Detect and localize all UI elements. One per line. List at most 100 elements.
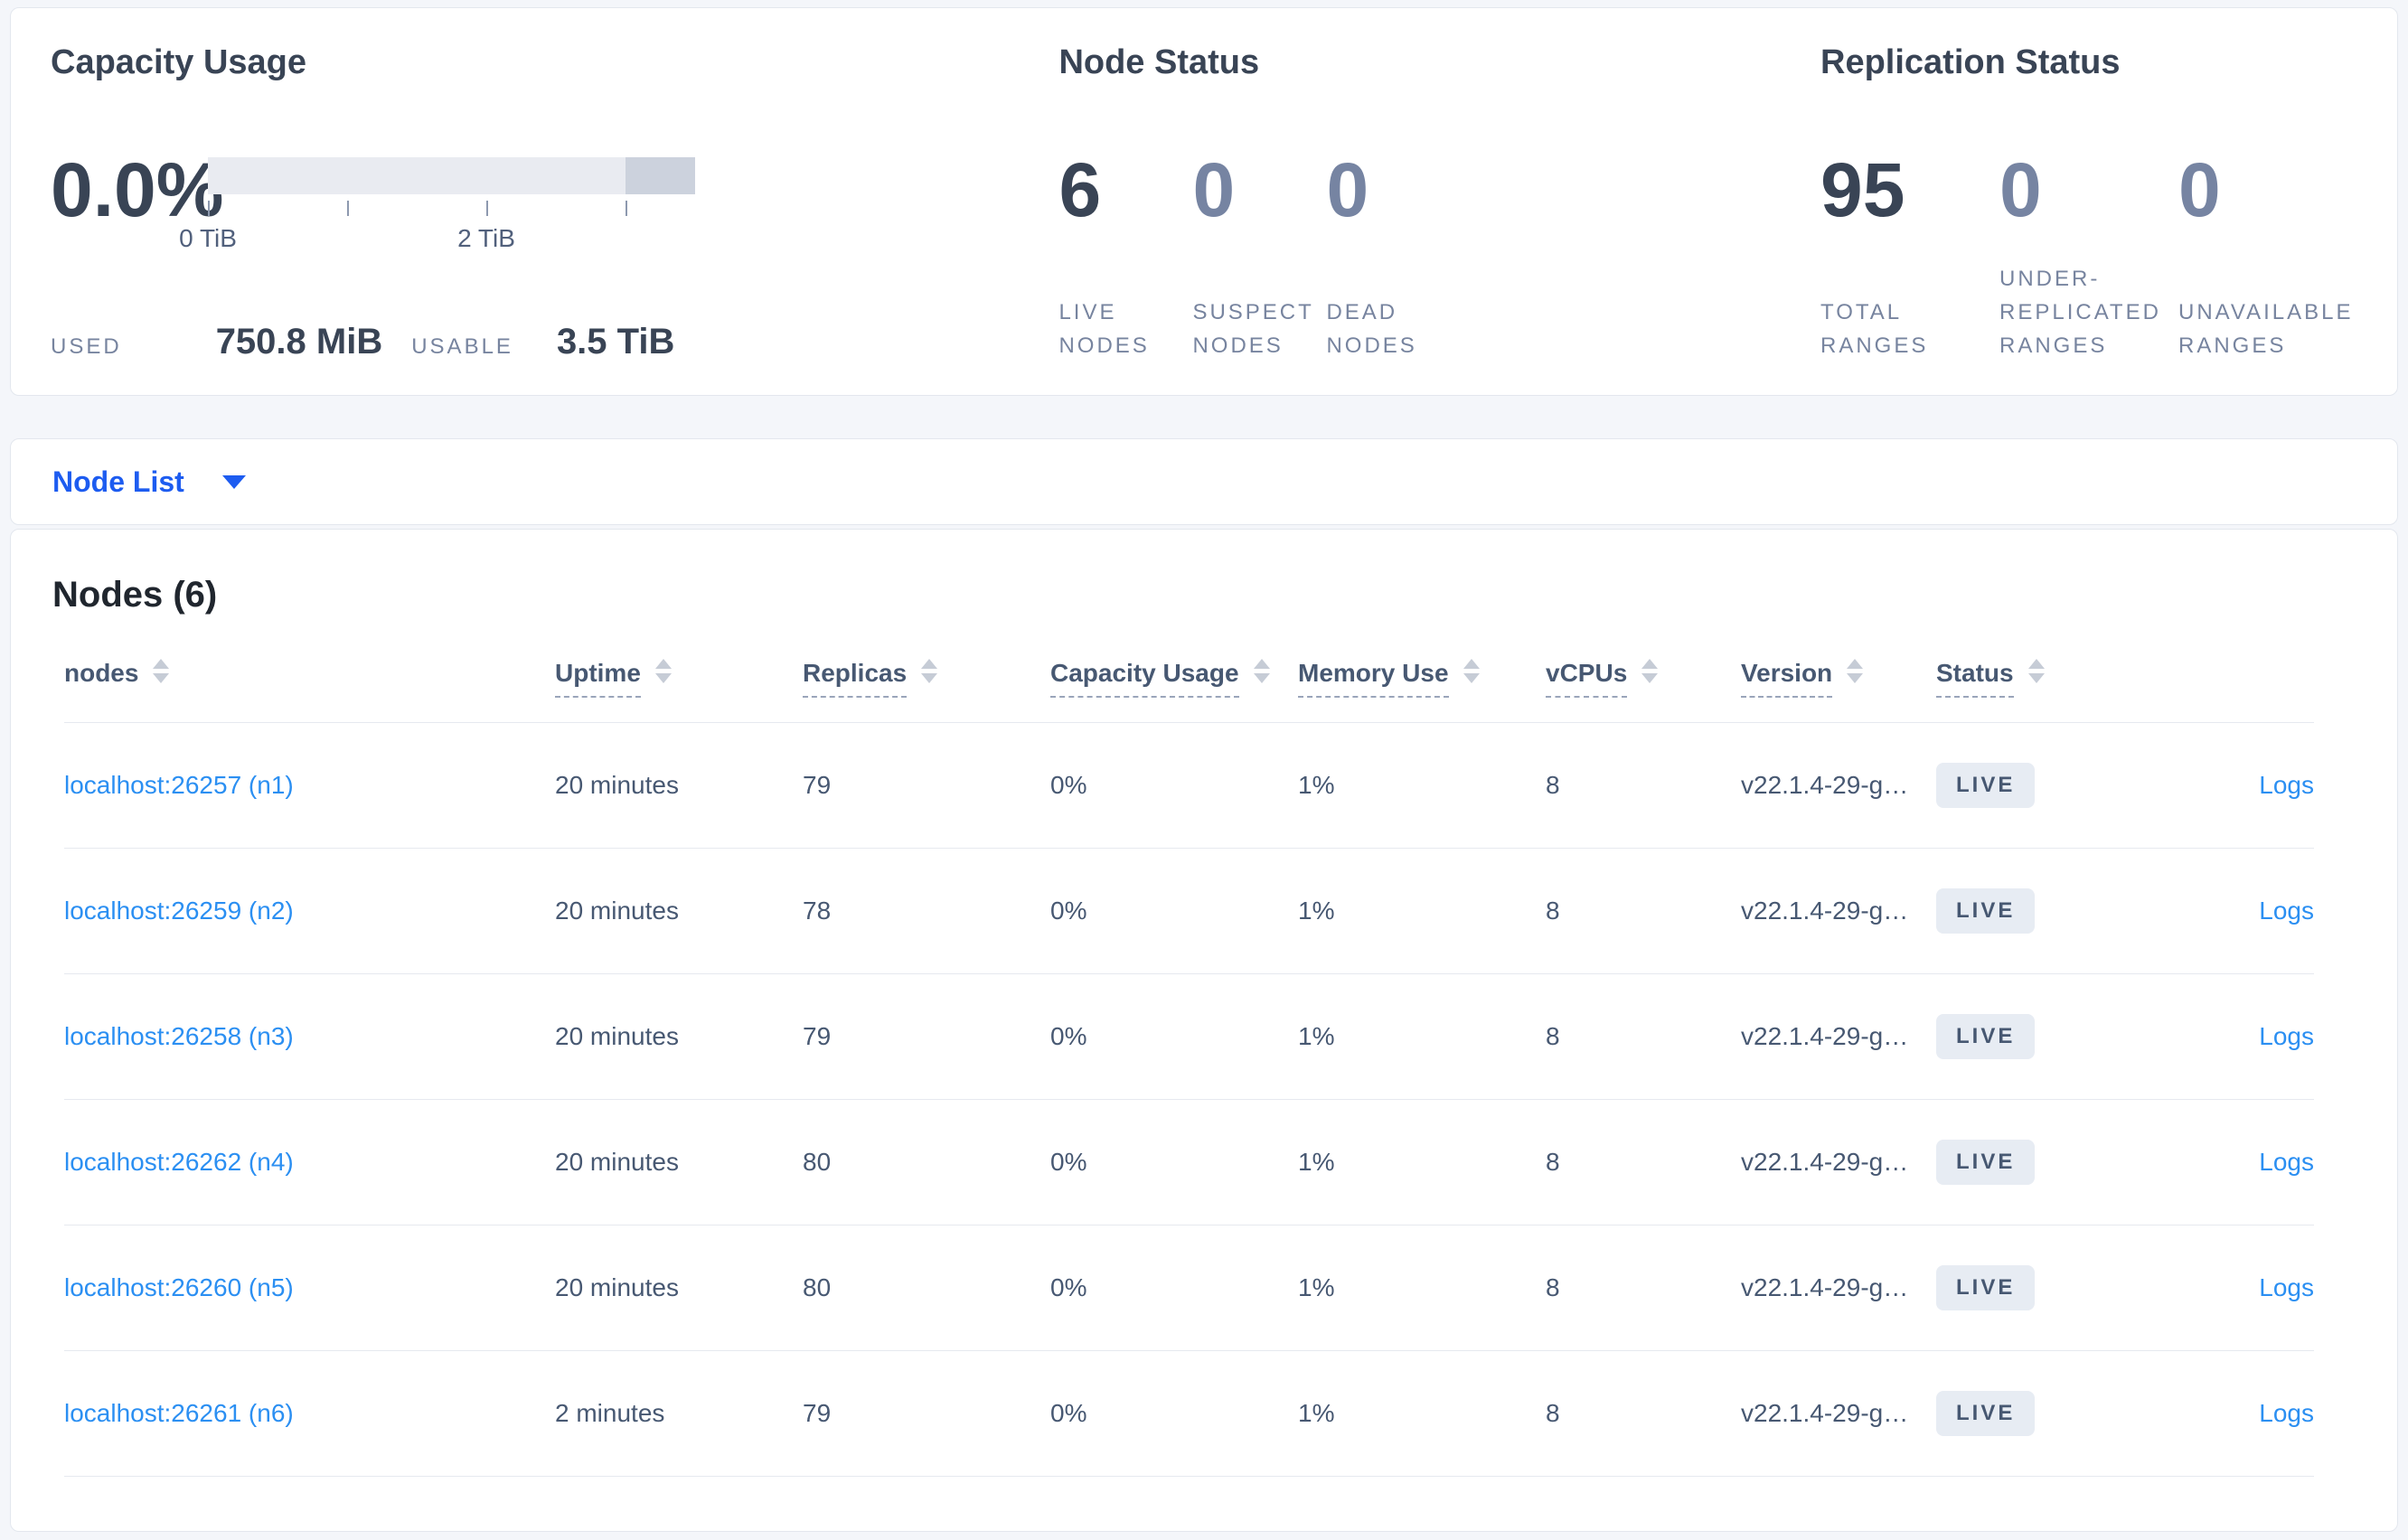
column-header-capacity-usage[interactable]: Capacity Usage xyxy=(1050,659,1298,698)
node-link[interactable]: localhost:26262 (n4) xyxy=(64,1148,294,1176)
version-cell: v22.1.4-29-g… xyxy=(1741,771,1909,799)
under-replicated-ranges-label: UNDER-REPLICATED RANGES xyxy=(1999,267,2161,358)
logs-link[interactable]: Logs xyxy=(2259,1022,2314,1050)
memory-cell: 1% xyxy=(1298,1148,1335,1176)
uptime-cell: 20 minutes xyxy=(555,1148,679,1176)
table-row: localhost:26261 (n6) 2 minutes 79 0% 1% … xyxy=(64,1351,2314,1477)
sort-icon[interactable] xyxy=(1641,659,1659,684)
cluster-summary-panel: Capacity Usage 0.0% 0 TiB 2 TiB USED 750… xyxy=(10,7,2398,396)
sort-icon[interactable] xyxy=(1847,659,1864,684)
axis-label-0tib: 0 TiB xyxy=(179,224,237,252)
replication-status-section: Replication Status 95 TOTAL RANGES 0 UND… xyxy=(1820,41,2357,362)
dead-nodes-value: 0 xyxy=(1326,147,1369,232)
capacity-bar-axis xyxy=(208,201,695,217)
sort-icon[interactable] xyxy=(153,659,170,684)
node-link[interactable]: localhost:26258 (n3) xyxy=(64,1022,294,1050)
axis-tick xyxy=(485,201,488,216)
status-badge: LIVE xyxy=(1936,763,2036,808)
node-link[interactable]: localhost:26259 (n2) xyxy=(64,897,294,925)
node-list-dropdown[interactable]: Node List xyxy=(52,465,184,499)
node-status-title: Node Status xyxy=(1058,43,1260,81)
logs-link[interactable]: Logs xyxy=(2259,771,2314,799)
replicas-cell: 80 xyxy=(803,1273,832,1301)
column-header-vcpus[interactable]: vCPUs xyxy=(1546,659,1741,698)
capacity-cell: 0% xyxy=(1050,1399,1087,1427)
capacity-cell: 0% xyxy=(1050,1148,1087,1176)
logs-link[interactable]: Logs xyxy=(2259,1148,2314,1176)
logs-link[interactable]: Logs xyxy=(2259,897,2314,925)
capacity-bar-dark-segment xyxy=(625,157,695,194)
vcpus-cell: 8 xyxy=(1546,897,1560,925)
vcpus-cell: 8 xyxy=(1546,1148,1560,1176)
under-replicated-ranges-stat: 0 UNDER-REPLICATED RANGES xyxy=(1999,140,2178,362)
axis-tick xyxy=(208,201,210,216)
status-badge: LIVE xyxy=(1936,888,2036,934)
node-status-section: Node Status 6 LIVE NODES 0 SUSPECT NODES… xyxy=(1058,41,1820,362)
sort-icon[interactable] xyxy=(1463,659,1480,684)
table-row: localhost:26257 (n1) 20 minutes 79 0% 1%… xyxy=(64,723,2314,849)
memory-cell: 1% xyxy=(1298,1273,1335,1301)
uptime-cell: 2 minutes xyxy=(555,1399,665,1427)
replicas-cell: 80 xyxy=(803,1148,832,1176)
column-header-status[interactable]: Status xyxy=(1936,659,2133,698)
column-header-memory-use[interactable]: Memory Use xyxy=(1298,659,1546,698)
suspect-nodes-stat: 0 SUSPECT NODES xyxy=(1192,140,1326,362)
live-nodes-stat: 6 LIVE NODES xyxy=(1058,140,1192,362)
column-header-replicas[interactable]: Replicas xyxy=(803,659,1050,698)
nodes-table-panel: Nodes (6) nodes Uptime Replicas Capacity… xyxy=(10,529,2398,1532)
axis-tick xyxy=(625,201,627,216)
memory-cell: 1% xyxy=(1298,771,1335,799)
column-header-version[interactable]: Version xyxy=(1741,659,1936,698)
live-nodes-value: 6 xyxy=(1058,147,1102,232)
node-link[interactable]: localhost:26260 (n5) xyxy=(64,1273,294,1301)
replicas-cell: 79 xyxy=(803,771,832,799)
memory-cell: 1% xyxy=(1298,1399,1335,1427)
replication-status-title: Replication Status xyxy=(1820,43,2121,81)
version-cell: v22.1.4-29-g… xyxy=(1741,1399,1909,1427)
sort-icon[interactable] xyxy=(921,659,938,684)
capacity-cell: 0% xyxy=(1050,771,1087,799)
column-header-uptime[interactable]: Uptime xyxy=(555,659,803,698)
axis-tick xyxy=(346,201,349,216)
nodes-table: nodes Uptime Replicas Capacity Usage Mem… xyxy=(64,659,2314,1477)
column-header-nodes[interactable]: nodes xyxy=(64,659,555,688)
capacity-cell: 0% xyxy=(1050,897,1087,925)
unavailable-ranges-stat: 0 UNAVAILABLE RANGES xyxy=(2178,140,2357,362)
suspect-nodes-label: SUSPECT NODES xyxy=(1192,300,1314,358)
node-link[interactable]: localhost:26261 (n6) xyxy=(64,1399,294,1427)
unavailable-ranges-value: 0 xyxy=(2178,147,2221,232)
usable-value: 3.5 TiB xyxy=(556,322,675,362)
sort-icon[interactable] xyxy=(2027,659,2045,684)
replicas-cell: 79 xyxy=(803,1399,832,1427)
table-row: localhost:26262 (n4) 20 minutes 80 0% 1%… xyxy=(64,1100,2314,1225)
uptime-cell: 20 minutes xyxy=(555,897,679,925)
dead-nodes-label: DEAD NODES xyxy=(1326,300,1417,358)
uptime-cell: 20 minutes xyxy=(555,1022,679,1050)
axis-label-2tib: 2 TiB xyxy=(457,224,515,252)
total-ranges-stat: 95 TOTAL RANGES xyxy=(1820,140,1999,362)
memory-cell: 1% xyxy=(1298,897,1335,925)
table-row: localhost:26258 (n3) 20 minutes 79 0% 1%… xyxy=(64,974,2314,1100)
status-badge: LIVE xyxy=(1936,1265,2036,1310)
live-nodes-label: LIVE NODES xyxy=(1058,300,1150,358)
cluster-overview-page: Capacity Usage 0.0% 0 TiB 2 TiB USED 750… xyxy=(0,0,2408,1532)
replicas-cell: 78 xyxy=(803,897,832,925)
node-link[interactable]: localhost:26257 (n1) xyxy=(64,771,294,799)
total-ranges-value: 95 xyxy=(1820,147,1905,232)
sort-icon[interactable] xyxy=(654,659,672,684)
uptime-cell: 20 minutes xyxy=(555,1273,679,1301)
logs-link[interactable]: Logs xyxy=(2259,1273,2314,1301)
used-label: USED xyxy=(51,334,122,359)
sort-icon[interactable] xyxy=(1253,659,1270,684)
chevron-down-icon[interactable] xyxy=(221,474,246,489)
logs-link[interactable]: Logs xyxy=(2259,1399,2314,1427)
under-replicated-ranges-value: 0 xyxy=(1999,147,2042,232)
capacity-bar-track xyxy=(208,157,695,194)
capacity-cell: 0% xyxy=(1050,1022,1087,1050)
version-cell: v22.1.4-29-g… xyxy=(1741,897,1909,925)
replicas-cell: 79 xyxy=(803,1022,832,1050)
status-badge: LIVE xyxy=(1936,1391,2036,1436)
usable-label: USABLE xyxy=(411,334,513,359)
vcpus-cell: 8 xyxy=(1546,1022,1560,1050)
version-cell: v22.1.4-29-g… xyxy=(1741,1148,1909,1176)
